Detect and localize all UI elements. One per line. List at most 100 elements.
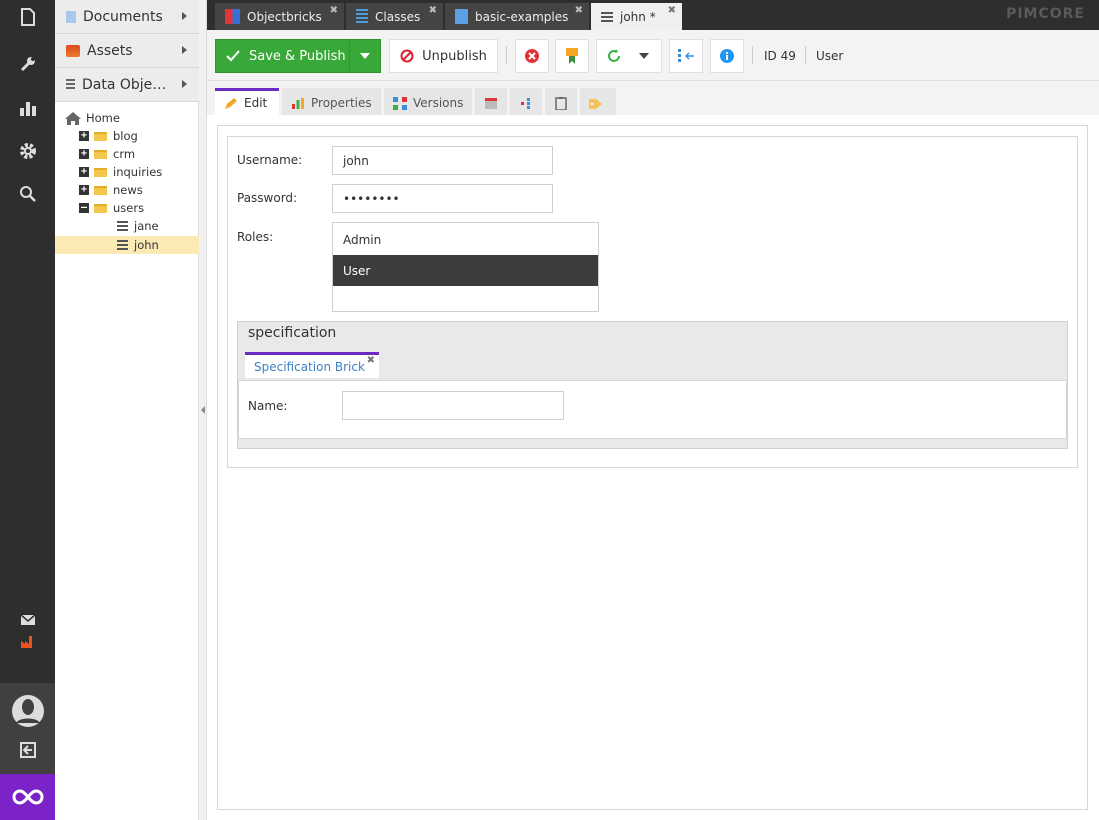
logout-button[interactable] <box>0 733 55 767</box>
nav-tools-button[interactable] <box>0 47 55 81</box>
expand-plus-icon[interactable]: + <box>79 131 89 141</box>
nav-settings-button[interactable] <box>0 134 55 168</box>
specification-title: specification <box>248 325 337 341</box>
accordion-documents[interactable]: Documents <box>55 0 199 34</box>
save-options-button[interactable] <box>349 39 381 73</box>
tab-properties-label: Properties <box>311 96 372 110</box>
unpublish-button[interactable]: Unpublish <box>389 39 498 73</box>
roles-multiselect[interactable]: Admin User <box>332 222 599 312</box>
tree-node-crm[interactable]: + crm <box>79 145 135 163</box>
accordion-data-objects[interactable]: Data Obje… <box>55 68 199 102</box>
specification-objectbrick-container: specification Specification Brick ✖ <box>237 321 1068 449</box>
avatar-icon <box>11 695 44 727</box>
close-icon[interactable]: ✖ <box>668 5 676 16</box>
username-input[interactable]: john <box>332 146 553 175</box>
expand-plus-icon[interactable]: + <box>79 167 89 177</box>
close-icon[interactable]: ✖ <box>367 355 375 366</box>
collapse-arrow-icon[interactable] <box>201 406 205 414</box>
object-icon <box>601 11 613 22</box>
object-id-text: ID 49 <box>764 49 796 63</box>
info-button[interactable] <box>710 39 744 73</box>
name-input[interactable] <box>342 391 564 420</box>
tab-notes[interactable] <box>545 88 577 115</box>
password-input[interactable]: •••••••• <box>332 184 553 213</box>
tree-node-label: inquiries <box>113 165 163 179</box>
expand-plus-icon[interactable]: + <box>79 149 89 159</box>
folder-icon <box>94 167 107 177</box>
tab-tags[interactable] <box>580 88 616 115</box>
tab-specification-brick[interactable]: Specification Brick ✖ <box>245 352 379 378</box>
chevron-down-icon[interactable] <box>639 53 649 59</box>
tab-objectbricks[interactable]: Objectbricks ✖ <box>215 3 344 30</box>
tab-versions-label: Versions <box>413 96 464 110</box>
close-icon[interactable]: ✖ <box>429 5 437 16</box>
editor-tab-bar: Objectbricks ✖ Classes ✖ basic-examples … <box>207 0 1099 30</box>
class-tree-icon <box>356 9 368 24</box>
object-icon <box>117 221 128 231</box>
tree-node-john[interactable]: john <box>117 236 159 254</box>
toolbar-separator <box>752 46 753 64</box>
brand-button[interactable] <box>0 774 55 820</box>
show-in-tree-button[interactable] <box>669 39 703 73</box>
pencil-icon <box>225 97 237 109</box>
delete-button[interactable] <box>515 39 549 73</box>
tree-node-users[interactable]: – users <box>79 199 144 217</box>
tab-versions[interactable]: Versions <box>384 88 472 115</box>
nav-search-button[interactable] <box>0 177 55 211</box>
collapse-minus-icon[interactable]: – <box>79 203 89 213</box>
document-icon <box>455 9 468 24</box>
tree-node-label: news <box>113 183 143 197</box>
unpublish-label: Unpublish <box>422 48 487 64</box>
tree-node-label: Home <box>86 111 120 125</box>
tree-locate-icon <box>678 49 694 62</box>
role-option-admin[interactable]: Admin <box>333 224 598 255</box>
password-label: Password: <box>237 191 298 205</box>
username-label: Username: <box>237 153 303 167</box>
document-icon <box>20 8 35 26</box>
logout-icon <box>19 742 36 758</box>
factory-icon <box>20 636 32 648</box>
accordion-data-objects-label: Data Obje… <box>82 76 167 93</box>
envelope-icon <box>20 615 35 625</box>
tab-classes[interactable]: Classes ✖ <box>346 3 443 30</box>
chevron-down-icon <box>360 53 370 59</box>
properties-icon <box>292 97 304 109</box>
dependencies-icon <box>521 97 530 109</box>
rename-button[interactable] <box>555 39 589 73</box>
reload-button[interactable] <box>596 39 662 73</box>
tab-schedule[interactable] <box>475 88 507 115</box>
tree-node-inquiries[interactable]: + inquiries <box>79 163 162 181</box>
nav-maintenance-button[interactable] <box>0 625 55 659</box>
tab-properties[interactable]: Properties <box>282 88 381 115</box>
list-icon <box>66 78 75 91</box>
roles-label: Roles: <box>237 230 274 244</box>
user-profile-button[interactable] <box>0 691 55 731</box>
expand-arrow-icon <box>182 46 187 54</box>
close-icon[interactable]: ✖ <box>330 5 338 16</box>
gear-icon <box>19 143 36 159</box>
tab-dependencies[interactable] <box>510 88 542 115</box>
search-icon <box>19 186 36 202</box>
tab-label: basic-examples <box>475 9 569 24</box>
tree-node-label: blog <box>113 129 138 143</box>
close-icon[interactable]: ✖ <box>575 5 583 16</box>
toolbar-separator <box>506 46 507 64</box>
tree-node-home[interactable]: Home <box>65 109 120 127</box>
tree-node-blog[interactable]: + blog <box>79 127 138 145</box>
tree-node-jane[interactable]: jane <box>117 217 159 235</box>
tree-node-news[interactable]: + news <box>79 181 143 199</box>
nav-reports-button[interactable] <box>0 91 55 125</box>
save-publish-button[interactable]: Save & Publish <box>215 39 350 73</box>
tab-basic-examples[interactable]: basic-examples ✖ <box>445 3 589 30</box>
image-icon <box>66 44 80 57</box>
folder-icon <box>94 185 107 195</box>
info-icon <box>720 49 734 63</box>
tab-john[interactable]: john * ✖ <box>591 3 682 30</box>
role-option-user[interactable]: User <box>333 255 598 286</box>
panel-splitter[interactable] <box>199 0 207 820</box>
expand-plus-icon[interactable]: + <box>79 185 89 195</box>
tab-edit[interactable]: Edit <box>215 88 279 115</box>
nav-documents-button[interactable] <box>0 0 55 34</box>
accordion-assets[interactable]: Assets <box>55 34 199 68</box>
object-subtabs: Edit Properties Versions <box>207 81 1099 115</box>
